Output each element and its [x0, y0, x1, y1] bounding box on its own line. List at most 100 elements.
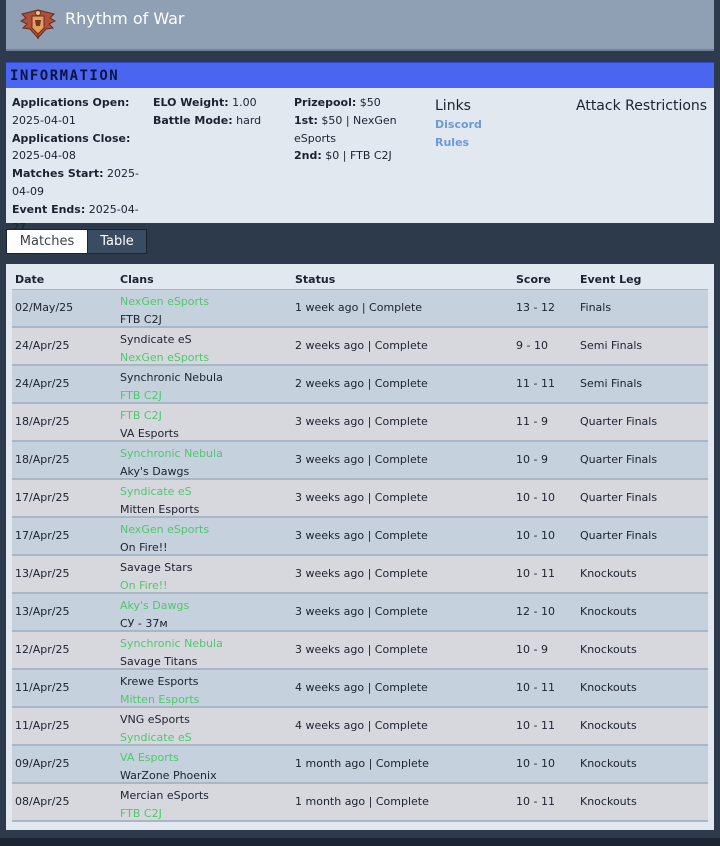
table-row[interactable]: 02/May/25 NexGen eSports FTB C2J 1 week ago…	[12, 290, 708, 328]
match-clans: VA Esports WarZone Phoenix	[120, 749, 217, 784]
applications-open-value: 2025-04-01	[12, 113, 76, 127]
prizepool-label: Prizepool:	[294, 96, 357, 109]
column-header-score[interactable]: Score	[516, 273, 551, 286]
clan-name[interactable]: Savage Titans	[120, 653, 223, 671]
clan-name[interactable]: WarZone Phoenix	[120, 767, 217, 785]
clan-name[interactable]: Syndicate eS	[120, 483, 199, 501]
match-status: 3 weeks ago | Complete	[295, 529, 428, 542]
clan-name[interactable]: On Fire!!	[120, 539, 209, 557]
clan-name[interactable]: FTB C2J	[120, 407, 179, 425]
table-row[interactable]: 17/Apr/25 Syndicate eS Mitten Esports 3 wee…	[12, 480, 708, 518]
column-header-event-leg[interactable]: Event Leg	[580, 273, 641, 286]
table-row[interactable]: 11/Apr/25 VNG eSports Syndicate eS 4 weeks …	[12, 708, 708, 746]
match-status: 1 month ago | Complete	[295, 795, 429, 808]
rules-link[interactable]: Rules	[435, 134, 565, 152]
page-title: Rhythm of War	[65, 9, 185, 28]
clan-name[interactable]: NexGen eSports	[120, 521, 209, 539]
clan-name[interactable]: VA Esports	[120, 425, 179, 443]
match-score: 10 - 10	[516, 529, 555, 542]
clan-name[interactable]: Savage Stars	[120, 559, 193, 577]
match-event-leg: Knockouts	[580, 719, 637, 732]
tab-table[interactable]: Table	[87, 229, 147, 254]
match-status: 3 weeks ago | Complete	[295, 453, 428, 466]
attack-restrictions-heading: Attack Restrictions	[576, 98, 708, 114]
table-row[interactable]: 17/Apr/25 NexGen eSports On Fire!! 3 weeks …	[12, 518, 708, 556]
clan-name[interactable]: Mercian eSports	[120, 787, 209, 805]
match-score: 12 - 10	[516, 605, 555, 618]
clan-name[interactable]: FTB C2J	[120, 805, 209, 823]
discord-link[interactable]: Discord	[435, 116, 565, 134]
winged-crest-logo-icon	[19, 9, 57, 40]
clan-name[interactable]: NexGen eSports	[120, 349, 209, 367]
elo-weight-value: 1.00	[232, 96, 257, 109]
elo-weight-label: ELO Weight:	[153, 96, 229, 109]
table-row[interactable]: 12/Apr/25 Synchronic Nebula Savage Titans 3…	[12, 632, 708, 670]
match-clans: Synchronic Nebula Aky's Dawgs	[120, 445, 223, 480]
table-row[interactable]: 11/Apr/25 Krewe Esports Mitten Esports 4 we…	[12, 670, 708, 708]
table-row[interactable]: 13/Apr/25 Savage Stars On Fire!! 3 weeks ag…	[12, 556, 708, 594]
clan-name[interactable]: Krewe Esports	[120, 673, 199, 691]
match-clans: Synchronic Nebula Savage Titans	[120, 635, 223, 670]
clan-name[interactable]: Mitten Esports	[120, 501, 199, 519]
header: Rhythm of War	[6, 0, 714, 51]
table-row[interactable]: 18/Apr/25 Synchronic Nebula Aky's Dawgs 3 w…	[12, 442, 708, 480]
clan-name[interactable]: On Fire!!	[120, 577, 193, 595]
match-clans: VNG eSports Syndicate eS	[120, 711, 192, 746]
clan-name[interactable]: Aky's Dawgs	[120, 597, 189, 615]
match-clans: NexGen eSports On Fire!!	[120, 521, 209, 556]
prize-column: Prizepool: $50 1st: $50 | NexGen eSports…	[294, 94, 424, 165]
clan-name[interactable]: FTB C2J	[120, 311, 209, 329]
match-score: 10 - 10	[516, 757, 555, 770]
second-place-label: 2nd:	[294, 149, 322, 163]
match-score: 11 - 9	[516, 415, 548, 428]
match-event-leg: Quarter Finals	[580, 453, 658, 466]
clan-name[interactable]: Syndicate eS	[120, 331, 209, 349]
applications-close-value: 2025-04-08	[12, 149, 76, 163]
match-date: 18/Apr/25	[15, 453, 70, 466]
clan-name[interactable]: NexGen eSports	[120, 293, 209, 311]
match-clans: Synchronic Nebula FTB C2J	[120, 369, 223, 404]
tab-matches[interactable]: Matches	[6, 229, 88, 254]
clan-name[interactable]: VA Esports	[120, 749, 217, 767]
table-row[interactable]: 24/Apr/25 Synchronic Nebula FTB C2J 2 weeks…	[12, 366, 708, 404]
match-event-leg: Knockouts	[580, 795, 637, 808]
column-header-status[interactable]: Status	[295, 273, 335, 286]
table-row[interactable]: 09/Apr/25 VA Esports WarZone Phoenix 1 mont…	[12, 746, 708, 784]
table-row[interactable]: 24/Apr/25 Syndicate eS NexGen eSports 2 wee…	[12, 328, 708, 366]
links-heading: Links	[435, 98, 471, 114]
column-header-date[interactable]: Date	[15, 273, 44, 286]
clan-name[interactable]: Synchronic Nebula	[120, 445, 223, 463]
table-row[interactable]: 13/Apr/25 Aky's Dawgs СУ - 37м 3 weeks ago …	[12, 594, 708, 632]
match-event-leg: Finals	[580, 301, 612, 314]
match-score: 11 - 11	[516, 377, 555, 390]
match-clans: Mercian eSports FTB C2J	[120, 787, 209, 822]
match-date: 24/Apr/25	[15, 377, 70, 390]
first-place-label: 1st:	[294, 113, 318, 127]
match-event-leg: Semi Finals	[580, 377, 643, 390]
table-row[interactable]: 08/Apr/25 Mercian eSports FTB C2J 1 month a…	[12, 784, 708, 822]
clan-name[interactable]: Mitten Esports	[120, 691, 199, 709]
clan-name[interactable]: Syndicate eS	[120, 729, 192, 747]
table-header: Date Clans Status Score Event Leg	[12, 270, 708, 291]
column-header-clans[interactable]: Clans	[120, 273, 154, 286]
match-event-leg: Knockouts	[580, 643, 637, 656]
match-event-leg: Quarter Finals	[580, 415, 658, 428]
prizepool-value: $50	[359, 96, 381, 109]
footer-strip	[0, 838, 720, 846]
clan-name[interactable]: СУ - 37м	[120, 615, 189, 633]
match-clans: NexGen eSports FTB C2J	[120, 293, 209, 328]
matches-table: Date Clans Status Score Event Leg 02/May…	[6, 264, 714, 830]
match-status: 1 month ago | Complete	[295, 757, 429, 770]
table-row[interactable]: 18/Apr/25 FTB C2J VA Esports 3 weeks ago | …	[12, 404, 708, 442]
match-date: 12/Apr/25	[15, 643, 70, 656]
match-status: 4 weeks ago | Complete	[295, 719, 428, 732]
match-score: 13 - 12	[516, 301, 555, 314]
match-clans: Syndicate eS Mitten Esports	[120, 483, 199, 518]
clan-name[interactable]: Synchronic Nebula	[120, 369, 223, 387]
clan-name[interactable]: Aky's Dawgs	[120, 463, 223, 481]
clan-name[interactable]: FTB C2J	[120, 387, 223, 405]
match-event-leg: Quarter Finals	[580, 491, 658, 504]
clan-name[interactable]: Synchronic Nebula	[120, 635, 223, 653]
clan-name[interactable]: VNG eSports	[120, 711, 192, 729]
information-panel: Applications Open: 2025-04-01 Applicatio…	[6, 88, 714, 234]
